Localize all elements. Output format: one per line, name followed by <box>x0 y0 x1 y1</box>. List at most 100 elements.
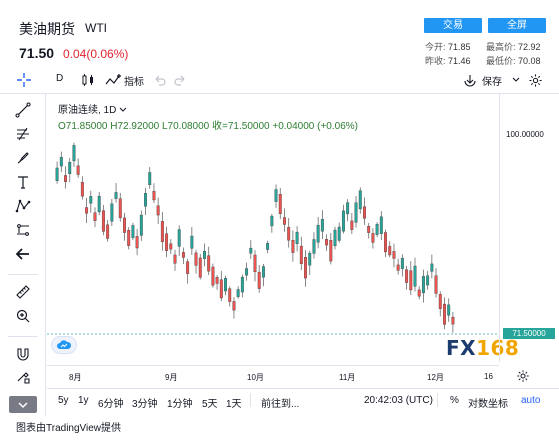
candle-down <box>64 175 67 182</box>
toolbar-divider <box>8 336 38 337</box>
time-axis[interactable]: 8月 9月 10月 11月 12月 16 <box>47 365 499 387</box>
candle-down <box>135 236 139 249</box>
candle-down <box>194 252 198 266</box>
chart-legend-symbol[interactable]: 原油连续, 1D <box>58 101 127 116</box>
candle-down <box>186 261 190 274</box>
price-change: 0.04(0.06%) <box>63 47 129 61</box>
candle-up <box>110 203 114 222</box>
prediction-tool-icon[interactable] <box>13 220 33 240</box>
save-icon[interactable] <box>460 70 480 90</box>
candle-down <box>325 239 329 246</box>
range-1y[interactable]: 1y <box>78 395 89 406</box>
candle-up <box>375 224 379 235</box>
back-arrow-icon[interactable] <box>13 244 33 264</box>
lock-drawings-icon[interactable] <box>13 366 33 386</box>
pattern-tool-icon[interactable] <box>13 196 33 216</box>
candle-down <box>232 301 236 311</box>
candle-up <box>89 196 93 204</box>
magnet-icon[interactable] <box>13 344 33 364</box>
percent-scale-toggle[interactable]: % <box>450 395 459 406</box>
candle-down <box>371 233 375 243</box>
candle-down <box>219 279 223 299</box>
range-6min[interactable]: 6分钟 <box>98 395 124 410</box>
trend-line-icon[interactable] <box>13 100 33 120</box>
range-1d[interactable]: 1天 <box>226 395 242 410</box>
candle-down <box>253 254 257 273</box>
candle-up <box>413 265 417 287</box>
collapse-toolbar-button[interactable] <box>9 396 37 413</box>
candles-icon[interactable] <box>78 70 98 90</box>
candle-up <box>295 231 299 244</box>
auto-scale-toggle[interactable]: auto <box>521 395 540 406</box>
candle-up <box>447 304 451 316</box>
candle-down <box>350 220 354 230</box>
indicators-icon[interactable] <box>104 70 124 90</box>
candle-down <box>127 230 131 246</box>
redo-icon[interactable] <box>170 70 190 90</box>
time-axis-label: 12月 <box>427 373 444 382</box>
candle-up <box>261 266 265 278</box>
candle-up <box>177 229 181 247</box>
price-axis[interactable]: 100.00000 <box>499 94 559 362</box>
candle-down <box>106 224 110 239</box>
interval-button[interactable]: D <box>56 73 63 84</box>
time-axis-label: 8月 <box>69 373 82 382</box>
range-5d[interactable]: 5天 <box>202 395 218 410</box>
fib-tool-icon[interactable] <box>13 124 33 144</box>
candle-up <box>203 250 206 259</box>
candle-up <box>316 225 320 243</box>
candle-up <box>68 162 72 174</box>
candle-up <box>114 192 118 199</box>
axis-settings-gear-icon[interactable] <box>516 369 530 383</box>
time-axis-label: 16 <box>484 372 493 381</box>
brush-icon[interactable] <box>13 148 33 168</box>
drawing-toolbar <box>0 94 46 416</box>
candle-down <box>207 255 211 272</box>
range-5y[interactable]: 5y <box>58 395 69 406</box>
candle-down <box>118 198 122 219</box>
price-axis-label: 100.00000 <box>506 130 544 139</box>
candle-up <box>148 172 152 185</box>
log-scale-toggle[interactable]: 对数坐标 <box>468 395 508 410</box>
range-1min[interactable]: 1分钟 <box>167 395 193 410</box>
candle-down <box>451 316 455 325</box>
candle-down <box>367 226 371 233</box>
candle-up <box>97 195 101 213</box>
candle-down <box>388 246 392 256</box>
candle-down <box>181 252 185 258</box>
candle-down <box>211 266 215 286</box>
candle-down <box>434 275 438 294</box>
ruler-icon[interactable] <box>13 282 33 302</box>
undo-icon[interactable] <box>150 70 170 90</box>
zoom-in-icon[interactable] <box>13 306 33 326</box>
save-button[interactable]: 保存 <box>482 73 502 88</box>
range-divider <box>437 393 438 407</box>
candle-down <box>396 264 400 271</box>
indicators-button[interactable]: 指标 <box>124 73 144 88</box>
trade-button[interactable]: 交易 <box>424 18 482 33</box>
stat-high: 最高价: 72.92 <box>486 42 541 52</box>
candle-down <box>443 303 446 325</box>
candle-up <box>308 252 312 266</box>
candle-up <box>190 235 194 249</box>
time-axis-label: 11月 <box>339 373 356 382</box>
quote-header: 美油期货 WTI 71.50 0.04(0.06%) 交易 全屏 今开: 71.… <box>0 0 559 66</box>
instrument-code: WTI <box>85 21 107 35</box>
text-tool-icon[interactable] <box>13 172 33 192</box>
clock-time[interactable]: 20:42:03 (UTC) <box>364 395 433 406</box>
candle-up <box>430 263 434 272</box>
goto-date-button[interactable]: 前往到... <box>261 395 299 410</box>
candle-up <box>320 218 324 232</box>
candle-up <box>358 190 362 210</box>
chevron-down-icon[interactable] <box>506 70 526 90</box>
instrument-name: 美油期货 <box>19 21 75 37</box>
candle-up <box>144 193 147 207</box>
tradingview-cloud-icon[interactable] <box>51 336 77 354</box>
candle-up <box>139 214 143 236</box>
settings-gear-icon[interactable] <box>525 70 545 90</box>
crosshair-icon[interactable] <box>14 70 34 90</box>
fullscreen-button[interactable]: 全屏 <box>488 18 546 33</box>
time-axis-label: 10月 <box>247 373 264 382</box>
candle-down <box>329 240 333 262</box>
range-3min[interactable]: 3分钟 <box>132 395 158 410</box>
